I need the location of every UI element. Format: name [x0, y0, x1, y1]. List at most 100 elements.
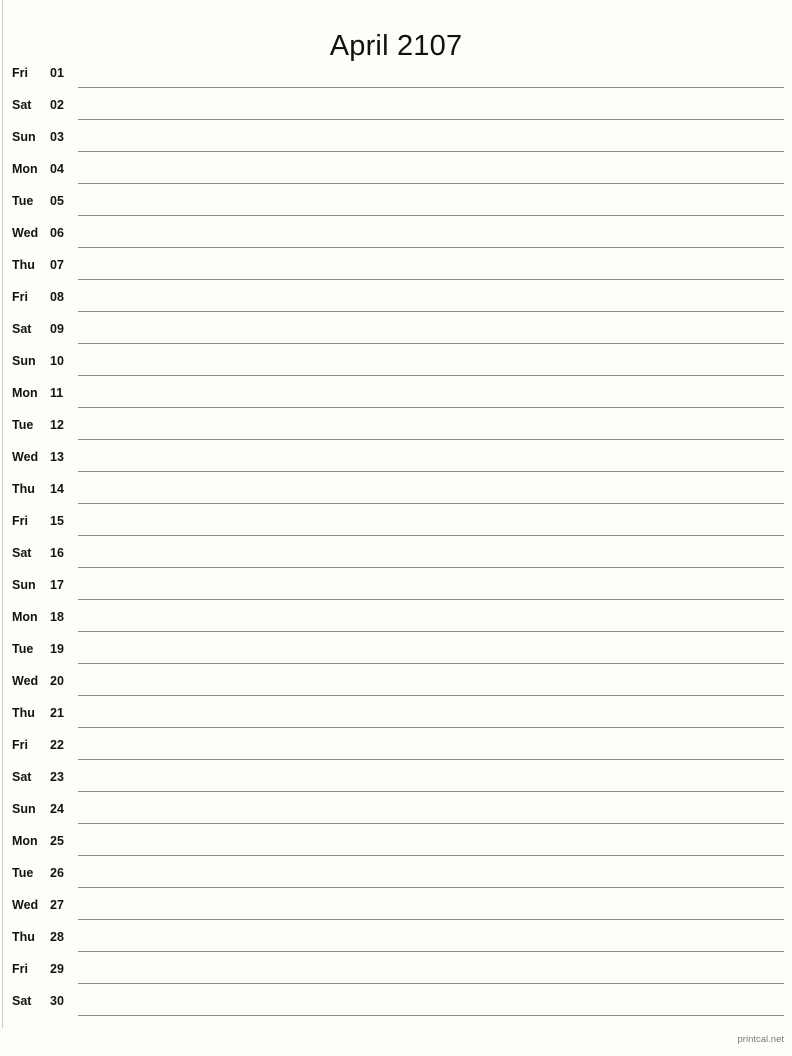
day-write-line[interactable] [78, 375, 784, 376]
day-row: Sun 24 [0, 796, 792, 828]
day-write-line[interactable] [78, 439, 784, 440]
day-number-label: 01 [50, 66, 64, 80]
day-row: Fri 08 [0, 284, 792, 316]
day-weekday-label: Sat [12, 546, 32, 560]
day-write-line[interactable] [78, 727, 784, 728]
day-write-line[interactable] [78, 759, 784, 760]
day-write-line[interactable] [78, 471, 784, 472]
day-number-label: 08 [50, 290, 64, 304]
day-weekday-label: Mon [12, 834, 38, 848]
page-title: April 2107 [329, 30, 463, 63]
day-write-line[interactable] [78, 951, 784, 952]
day-weekday-label: Thu [12, 482, 35, 496]
day-row: Tue 12 [0, 412, 792, 444]
day-weekday-label: Sat [12, 322, 32, 336]
day-row: Sun 17 [0, 572, 792, 604]
day-number-label: 28 [50, 930, 64, 944]
day-row: Mon 25 [0, 828, 792, 860]
day-row: Sat 30 [0, 988, 792, 1020]
day-row: Fri 15 [0, 508, 792, 540]
day-row: Thu 14 [0, 476, 792, 508]
day-write-line[interactable] [78, 631, 784, 632]
day-number-label: 29 [50, 962, 64, 976]
day-number-label: 05 [50, 194, 64, 208]
day-number-label: 19 [50, 642, 64, 656]
day-weekday-label: Tue [12, 194, 34, 208]
day-weekday-label: Thu [12, 706, 35, 720]
day-number-label: 11 [50, 386, 64, 400]
day-number-label: 23 [50, 770, 64, 784]
day-write-line[interactable] [78, 311, 784, 312]
day-write-line[interactable] [78, 599, 784, 600]
day-write-line[interactable] [78, 503, 784, 504]
day-write-line[interactable] [78, 919, 784, 920]
day-row: Tue 19 [0, 636, 792, 668]
day-number-label: 07 [50, 258, 64, 272]
day-write-line[interactable] [78, 791, 784, 792]
day-row: Mon 18 [0, 604, 792, 636]
day-row: Fri 29 [0, 956, 792, 988]
day-weekday-label: Fri [12, 738, 28, 752]
day-row: Sun 10 [0, 348, 792, 380]
day-write-line[interactable] [78, 215, 784, 216]
calendar-page: April 2107 Fri 01 Sat 02 Sun 03 Mon 04 Tue 05 Wed 0… [0, 0, 792, 1056]
day-row: Sat 09 [0, 316, 792, 348]
day-weekday-label: Tue [12, 642, 34, 656]
day-write-line[interactable] [78, 279, 784, 280]
day-number-label: 04 [50, 162, 64, 176]
day-weekday-label: Sun [12, 130, 36, 144]
day-row: Mon 04 [0, 156, 792, 188]
day-write-line[interactable] [78, 151, 784, 152]
day-weekday-label: Tue [12, 418, 34, 432]
day-row: Sun 03 [0, 124, 792, 156]
day-write-line[interactable] [78, 247, 784, 248]
day-row: Wed 27 [0, 892, 792, 924]
day-weekday-label: Wed [12, 226, 39, 240]
day-number-label: 12 [50, 418, 64, 432]
day-row: Tue 26 [0, 860, 792, 892]
day-number-label: 02 [50, 98, 64, 112]
day-weekday-label: Sun [12, 354, 36, 368]
day-write-line[interactable] [78, 343, 784, 344]
day-weekday-label: Mon [12, 386, 38, 400]
day-row: Fri 22 [0, 732, 792, 764]
day-weekday-label: Mon [12, 610, 38, 624]
day-weekday-label: Fri [12, 66, 28, 80]
day-weekday-label: Tue [12, 866, 34, 880]
day-write-line[interactable] [78, 663, 784, 664]
day-number-label: 20 [50, 674, 64, 688]
day-write-line[interactable] [78, 567, 784, 568]
day-number-label: 25 [50, 834, 64, 848]
day-weekday-label: Sat [12, 770, 32, 784]
day-number-label: 30 [50, 994, 64, 1008]
day-weekday-label: Fri [12, 962, 28, 976]
day-number-label: 18 [50, 610, 64, 624]
day-write-line[interactable] [78, 87, 784, 88]
day-write-line[interactable] [78, 407, 784, 408]
day-write-line[interactable] [78, 183, 784, 184]
day-number-label: 16 [50, 546, 64, 560]
day-number-label: 17 [50, 578, 64, 592]
day-write-line[interactable] [78, 855, 784, 856]
day-weekday-label: Fri [12, 290, 28, 304]
day-number-label: 14 [50, 482, 64, 496]
day-write-line[interactable] [78, 119, 784, 120]
day-row: Sat 02 [0, 92, 792, 124]
day-weekday-label: Wed [12, 898, 39, 912]
day-weekday-label: Wed [12, 450, 39, 464]
day-number-label: 27 [50, 898, 64, 912]
day-write-line[interactable] [78, 535, 784, 536]
day-row: Sat 23 [0, 764, 792, 796]
day-write-line[interactable] [78, 695, 784, 696]
day-row: Wed 06 [0, 220, 792, 252]
day-weekday-label: Sun [12, 802, 36, 816]
day-row: Tue 05 [0, 188, 792, 220]
day-row: Mon 11 [0, 380, 792, 412]
footer-credit: printcal.net [737, 1034, 784, 1045]
day-write-line[interactable] [78, 887, 784, 888]
day-write-line[interactable] [78, 1015, 784, 1016]
day-number-label: 03 [50, 130, 64, 144]
day-write-line[interactable] [78, 823, 784, 824]
day-number-label: 09 [50, 322, 64, 336]
day-write-line[interactable] [78, 983, 784, 984]
